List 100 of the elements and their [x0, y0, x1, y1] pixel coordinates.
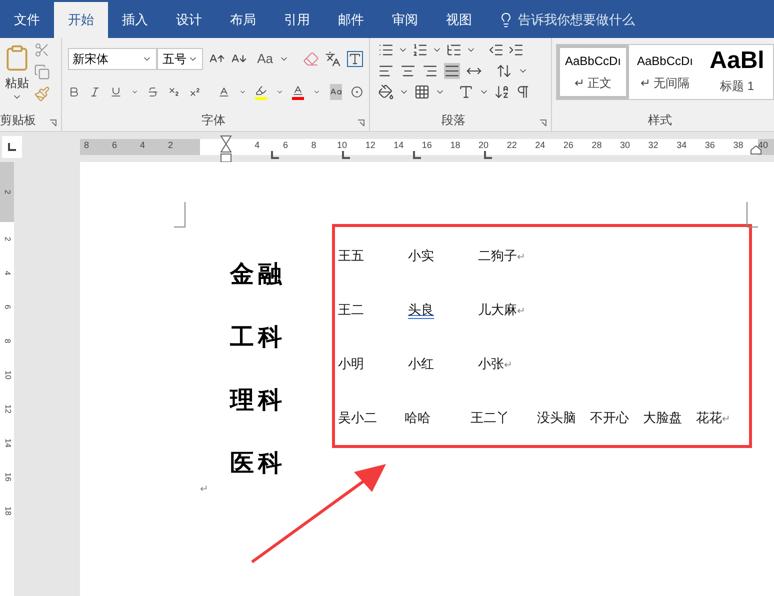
- ruler-number: 20: [478, 139, 490, 152]
- ribbon-tab[interactable]: 设计: [162, 2, 216, 38]
- style-item[interactable]: AaBbCcDı ↵ 正文: [557, 45, 629, 99]
- ruler-number: 26: [562, 139, 574, 152]
- ruler-number: 2: [2, 190, 13, 194]
- ruler-number: 4: [2, 270, 13, 276]
- ruler-number: 6: [2, 304, 13, 310]
- ribbon-tab[interactable]: 邮件: [324, 2, 378, 38]
- character-shading-icon[interactable]: [330, 84, 342, 100]
- enclosed-character-icon[interactable]: [350, 84, 363, 100]
- ruler-number: 30: [619, 139, 632, 152]
- highlighter-icon[interactable]: [255, 84, 268, 100]
- ruler-number: 40: [758, 140, 768, 150]
- tab-stop-icon: [271, 151, 279, 159]
- ribbon-tab[interactable]: 布局: [216, 2, 270, 38]
- ruler-number: 18: [449, 139, 462, 152]
- font-size-dropdown[interactable]: 五号: [157, 48, 204, 70]
- group-label: 字体: [202, 112, 226, 129]
- category-heading: 医科: [230, 450, 286, 474]
- tab-stop-icon[interactable]: [8, 143, 16, 151]
- name-text: 没头脑: [536, 409, 577, 428]
- ruler-number: 10: [336, 139, 348, 152]
- style-item[interactable]: AaBbCcDı ↵ 无间隔: [629, 45, 701, 99]
- ribbon-tab[interactable]: 视图: [432, 2, 486, 38]
- group-label: 段落: [442, 112, 466, 129]
- multilevel-list-icon[interactable]: [446, 42, 462, 58]
- character-border-icon[interactable]: [346, 51, 363, 67]
- decrease-indent-icon[interactable]: [488, 42, 504, 58]
- align-left-icon[interactable]: [378, 63, 394, 79]
- ribbon-tab[interactable]: 文件: [0, 2, 54, 38]
- name-text: 二狗子↵: [478, 247, 526, 266]
- borders-icon[interactable]: [414, 84, 430, 100]
- name-text: 小明: [338, 355, 365, 374]
- tell-me-field[interactable]: 告诉我你想要做什么: [518, 10, 635, 30]
- dialog-launcher-icon[interactable]: [356, 119, 365, 127]
- tab-stop-icon: [342, 151, 350, 159]
- category-heading: 工科: [230, 324, 286, 348]
- line-spacing-icon[interactable]: [496, 63, 512, 79]
- name-text: 小红: [408, 355, 435, 374]
- name-text: 小实: [408, 247, 435, 266]
- paste-button[interactable]: 粘贴: [5, 74, 29, 92]
- dialog-launcher-icon[interactable]: [48, 119, 57, 127]
- font-name-dropdown[interactable]: 新宋体: [68, 48, 158, 70]
- ruler-number: 4: [254, 139, 261, 152]
- name-text: 头良: [408, 301, 435, 320]
- font-color-icon[interactable]: [292, 84, 304, 100]
- ruler-number: 24: [534, 139, 546, 152]
- align-center-icon[interactable]: [400, 63, 416, 79]
- ruler-number: 22: [506, 139, 518, 152]
- ruler-number: 8: [2, 338, 13, 344]
- name-text: 王二: [338, 301, 365, 320]
- ruler-number: 8: [310, 139, 318, 152]
- ribbon-tab[interactable]: 插入: [108, 2, 162, 38]
- group-label: 剪贴板: [0, 112, 36, 129]
- ruler-number: 16: [420, 139, 433, 152]
- ruler-number: 12: [2, 404, 13, 414]
- numbered-list-icon[interactable]: [412, 42, 428, 58]
- ruler-number: 34: [676, 139, 688, 152]
- margin-corner-icon: [746, 202, 758, 228]
- category-heading: 金融: [230, 262, 286, 286]
- ribbon-tab[interactable]: 开始: [54, 2, 108, 38]
- margin-corner-icon: [174, 202, 186, 228]
- ruler-number: 14: [2, 438, 13, 448]
- justify-icon[interactable]: [444, 63, 460, 79]
- category-heading: 理科: [230, 388, 286, 412]
- change-case-button[interactable]: Aa: [257, 49, 273, 69]
- tab-stop-icon: [413, 151, 421, 159]
- ruler-number: 6: [282, 139, 289, 152]
- shading-icon[interactable]: [378, 84, 394, 100]
- align-right-icon[interactable]: [422, 63, 438, 79]
- ruler-number: 14: [392, 139, 405, 152]
- ribbon-tab[interactable]: 引用: [270, 2, 324, 38]
- ruler-number: 4: [139, 139, 146, 152]
- ruler-number: 10: [2, 370, 13, 380]
- ribbon-tab[interactable]: 审阅: [378, 2, 432, 38]
- ruler-number: 2: [2, 236, 13, 242]
- style-item[interactable]: AaBl 标题 1: [701, 45, 773, 99]
- name-text: 大脸盘: [642, 409, 683, 428]
- name-text: 哈哈: [404, 409, 432, 428]
- name-text: 王二丫: [470, 409, 511, 428]
- ruler-number: 28: [590, 139, 603, 152]
- ruler-number: 38: [732, 139, 744, 152]
- paragraph-mark: ↵: [200, 483, 208, 497]
- name-text: 王五: [338, 247, 365, 266]
- increase-indent-icon[interactable]: [508, 42, 524, 58]
- ruler-number: 6: [111, 139, 118, 152]
- sort-icon[interactable]: [494, 84, 510, 100]
- ruler-number: 8: [83, 139, 90, 152]
- name-text: 花花↵: [696, 409, 731, 428]
- dialog-launcher-icon[interactable]: [539, 119, 547, 127]
- name-text: 儿大麻↵: [478, 301, 526, 320]
- phonetic-guide-icon[interactable]: [324, 51, 341, 67]
- name-text: 小张↵: [478, 355, 513, 374]
- name-text: 不开心: [590, 409, 630, 428]
- ruler-number: 2: [167, 139, 174, 152]
- ruler-number: 16: [2, 472, 13, 482]
- indent-marker-icon[interactable]: [220, 135, 232, 163]
- ruler-number: 32: [647, 139, 660, 152]
- group-label: 样式: [648, 112, 672, 129]
- name-text: 吴小二: [338, 409, 378, 428]
